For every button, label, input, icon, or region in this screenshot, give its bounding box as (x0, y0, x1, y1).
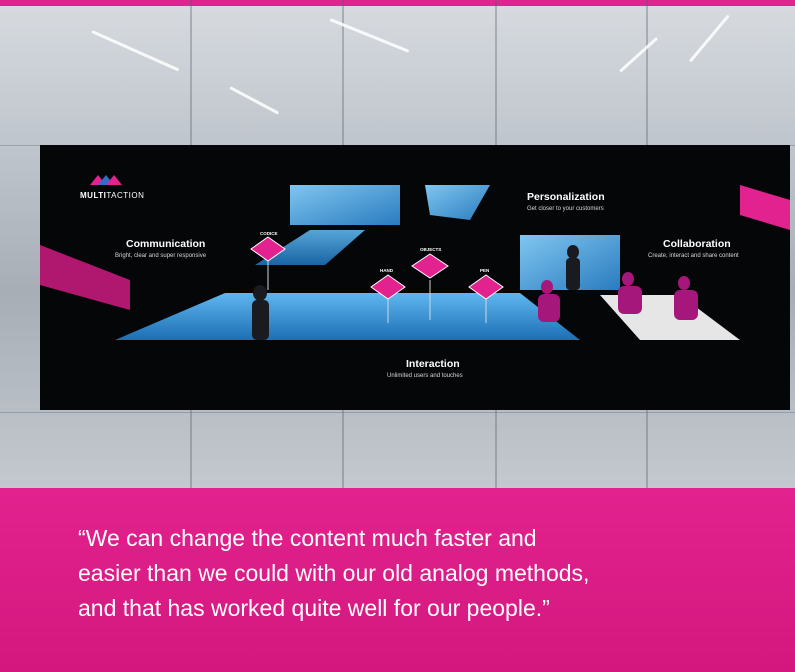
person-silhouette (566, 258, 580, 290)
person-silhouette (253, 285, 267, 301)
logo-bold: MULTI (80, 191, 107, 200)
objects-icon (411, 253, 449, 279)
quote-line: easier than we could with our old analog… (78, 560, 590, 586)
testimonial-quote: “We can change the content much faster a… (78, 521, 738, 626)
hand-label: HAND (380, 268, 393, 273)
communication-title: Communication (126, 238, 206, 250)
codice-label: CODICE (260, 231, 278, 236)
interaction-title: Interaction (406, 358, 460, 370)
video-wall-panel (290, 185, 400, 225)
ceiling-light (618, 36, 659, 73)
quote-line: and that has worked quite well for our p… (78, 595, 550, 621)
right-accent (740, 185, 790, 230)
interaction-subtitle: Unlimited users and touches (387, 373, 463, 379)
collaboration-title: Collaboration (663, 238, 731, 250)
logo-thin: TACTION (106, 191, 145, 200)
quote-band: “We can change the content much faster a… (0, 488, 795, 672)
person-silhouette (567, 245, 579, 259)
person-silhouette (541, 280, 553, 294)
personalization-subtitle: Get closer to your customers (527, 206, 604, 212)
logo-wordmark: MULTITACTION (80, 191, 144, 200)
photo: MULTITACTION Communication Bright, clear… (0, 0, 795, 488)
person-silhouette (678, 276, 690, 290)
ceiling-light (229, 86, 280, 115)
ceiling-light (688, 14, 730, 63)
communication-subtitle: Bright, clear and super responsive (115, 253, 207, 259)
pen-label: PEN (480, 268, 490, 273)
objects-label: OBJECTS (420, 247, 442, 252)
person-silhouette (674, 290, 698, 320)
top-edge (0, 0, 795, 6)
ceiling-light (91, 30, 180, 72)
person-silhouette (622, 272, 634, 286)
personalization-title: Personalization (527, 191, 605, 203)
display-wall: MULTITACTION Communication Bright, clear… (40, 145, 790, 410)
glass-seam (0, 412, 795, 413)
person-silhouette (252, 300, 269, 340)
angled-panel (425, 185, 490, 220)
person-silhouette (538, 294, 560, 322)
person-silhouette (618, 286, 642, 314)
collaboration-subtitle: Create, interact and share content (648, 253, 739, 259)
scene-illustration (40, 175, 790, 340)
multitaction-logo-icon (90, 175, 122, 185)
touch-floor (115, 293, 580, 340)
quote-line: “We can change the content much faster a… (78, 525, 537, 551)
